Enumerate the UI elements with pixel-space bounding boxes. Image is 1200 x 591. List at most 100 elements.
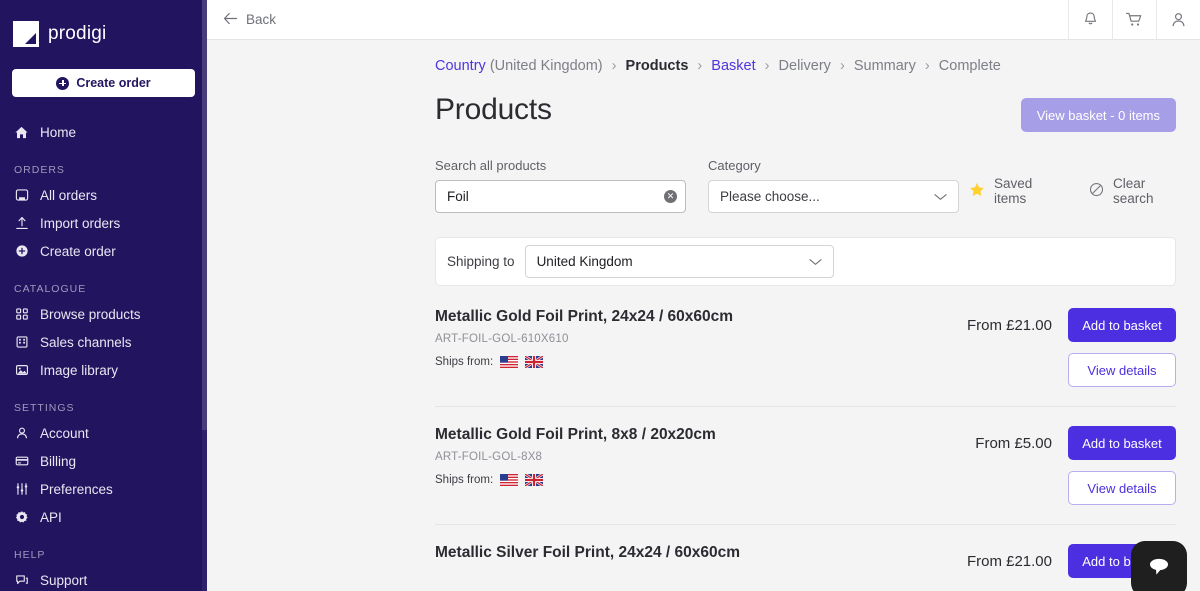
breadcrumb: Country (United Kingdom) › Products › Ba…: [207, 40, 1200, 74]
sidebar-item-home-label: Home: [40, 125, 76, 140]
view-details-button[interactable]: View details: [1068, 353, 1176, 387]
sidebar-item-image-library[interactable]: Image library: [0, 357, 207, 383]
top-bar: Back: [207, 0, 1200, 40]
product-price: From £21.00: [967, 317, 1052, 334]
product-price: From £21.00: [967, 553, 1052, 570]
ships-from: Ships from:: [435, 474, 716, 486]
plus-circle-icon: [14, 244, 29, 259]
sidebar-item-import-orders-label: Import orders: [40, 216, 120, 231]
sidebar-item-support-label: Support: [40, 573, 87, 588]
sidebar-item-preferences[interactable]: Preferences: [0, 476, 207, 502]
chat-icon: [14, 573, 29, 588]
product-actions: From £5.00 Add to basket View details: [975, 426, 1176, 505]
sidebar-item-sales-channels[interactable]: Sales channels: [0, 329, 207, 355]
sidebar-item-account[interactable]: Account: [0, 420, 207, 446]
product-price: From £5.00: [975, 435, 1052, 452]
plus-circle-icon: [56, 77, 69, 90]
product-sku: ART-FOIL-GOL-8X8: [435, 451, 716, 463]
product-actions: From £21.00 Add to basket View details: [967, 308, 1176, 387]
product-info: Metallic Silver Foil Print, 24x24 / 60x6…: [435, 544, 740, 562]
shopping-cart-icon[interactable]: [1112, 0, 1156, 40]
card-icon: [14, 454, 29, 469]
table-row: Metallic Silver Foil Print, 24x24 / 60x6…: [435, 524, 1176, 591]
back-button[interactable]: Back: [207, 12, 276, 28]
sidebar-item-api[interactable]: API: [0, 504, 207, 530]
sidebar-item-home[interactable]: Home: [0, 119, 207, 145]
us-flag-icon: [500, 474, 518, 486]
uk-flag-icon: [525, 356, 543, 368]
brand-logo[interactable]: prodigi: [0, 14, 207, 50]
sidebar-item-sales-channels-label: Sales channels: [40, 335, 132, 350]
chat-widget-button[interactable]: [1131, 541, 1187, 591]
add-to-basket-button[interactable]: Add to basket: [1068, 308, 1176, 342]
search-field: Search all products ✕: [435, 158, 686, 213]
sidebar-group-catalogue: CATALOGUE: [0, 283, 207, 295]
sidebar-item-browse-products[interactable]: Browse products: [0, 301, 207, 327]
product-sku: ART-FOIL-GOL-610X610: [435, 333, 733, 345]
category-select[interactable]: Please choose...: [708, 180, 959, 213]
sidebar-item-support[interactable]: Support: [0, 567, 207, 591]
category-label: Category: [708, 158, 959, 173]
grid-icon: [14, 307, 29, 322]
clear-search-button[interactable]: Clear search: [1089, 176, 1176, 206]
orders-icon: [14, 188, 29, 203]
shipping-bar: Shipping to United Kingdom: [435, 237, 1176, 286]
sidebar-group-settings: SETTINGS: [0, 402, 207, 414]
product-title: Metallic Silver Foil Print, 24x24 / 60x6…: [435, 544, 740, 562]
sidebar: prodigi Create order Home ORDERS All ord…: [0, 0, 207, 591]
table-row: Metallic Gold Foil Print, 8x8 / 20x20cm …: [435, 406, 1176, 524]
ships-from: Ships from:: [435, 356, 733, 368]
add-to-basket-button[interactable]: Add to basket: [1068, 426, 1176, 460]
saved-items-button[interactable]: Saved items: [969, 176, 1055, 206]
top-bar-icons: [1068, 0, 1200, 40]
sidebar-item-billing[interactable]: Billing: [0, 448, 207, 474]
clear-search-label: Clear search: [1113, 176, 1176, 206]
account-person-icon[interactable]: [1156, 0, 1200, 40]
product-title: Metallic Gold Foil Print, 24x24 / 60x60c…: [435, 308, 733, 326]
breadcrumb-separator: ›: [765, 58, 770, 74]
clear-circle-icon[interactable]: ✕: [664, 190, 677, 203]
shipping-country-value: United Kingdom: [537, 254, 633, 269]
breadcrumb-step-basket[interactable]: Basket: [711, 58, 755, 74]
breadcrumb-country-value: (United Kingdom): [490, 58, 603, 74]
main-area: Back Country (United Kingdom) › Products: [207, 0, 1200, 591]
chat-bubble-icon: [1146, 555, 1172, 584]
image-icon: [14, 363, 29, 378]
sidebar-item-all-orders[interactable]: All orders: [0, 182, 207, 208]
user-icon: [14, 426, 29, 441]
product-title: Metallic Gold Foil Print, 8x8 / 20x20cm: [435, 426, 716, 444]
sidebar-item-create-order[interactable]: Create order: [0, 238, 207, 264]
star-icon: [969, 182, 985, 201]
breadcrumb-step-products[interactable]: Products: [626, 58, 689, 74]
notifications-bell-icon[interactable]: [1068, 0, 1112, 40]
page-header: Products View basket - 0 items: [207, 74, 1200, 132]
saved-items-label: Saved items: [994, 176, 1055, 206]
breadcrumb-separator: ›: [840, 58, 845, 74]
breadcrumb-step-summary: Summary: [854, 58, 916, 74]
sidebar-item-import-orders[interactable]: Import orders: [0, 210, 207, 236]
sidebar-item-browse-products-label: Browse products: [40, 307, 141, 322]
shipping-country-select[interactable]: United Kingdom: [525, 245, 834, 278]
ships-from-label: Ships from:: [435, 356, 493, 368]
sidebar-item-account-label: Account: [40, 426, 89, 441]
filter-actions: Saved items Clear search: [969, 176, 1176, 213]
product-info: Metallic Gold Foil Print, 8x8 / 20x20cm …: [435, 426, 716, 486]
no-entry-icon: [1089, 182, 1104, 200]
breadcrumb-country-link[interactable]: Country: [435, 58, 486, 74]
search-input[interactable]: [435, 180, 686, 213]
sidebar-item-create-order-label: Create order: [40, 244, 116, 259]
view-basket-button[interactable]: View basket - 0 items: [1021, 98, 1176, 132]
brand-name: prodigi: [48, 23, 106, 45]
prodigi-logo-icon: [13, 21, 39, 47]
search-label: Search all products: [435, 158, 686, 173]
category-field: Category Please choose...: [708, 158, 959, 213]
create-order-button-label: Create order: [76, 76, 150, 90]
back-button-label: Back: [246, 12, 276, 27]
view-details-button[interactable]: View details: [1068, 471, 1176, 505]
arrow-left-icon: [223, 12, 238, 28]
filters-row: Search all products ✕ Category Please ch…: [207, 132, 1200, 213]
sidebar-item-image-library-label: Image library: [40, 363, 118, 378]
create-order-button[interactable]: Create order: [12, 69, 195, 97]
table-row: Metallic Gold Foil Print, 24x24 / 60x60c…: [435, 286, 1176, 406]
sidebar-item-api-label: API: [40, 510, 62, 525]
